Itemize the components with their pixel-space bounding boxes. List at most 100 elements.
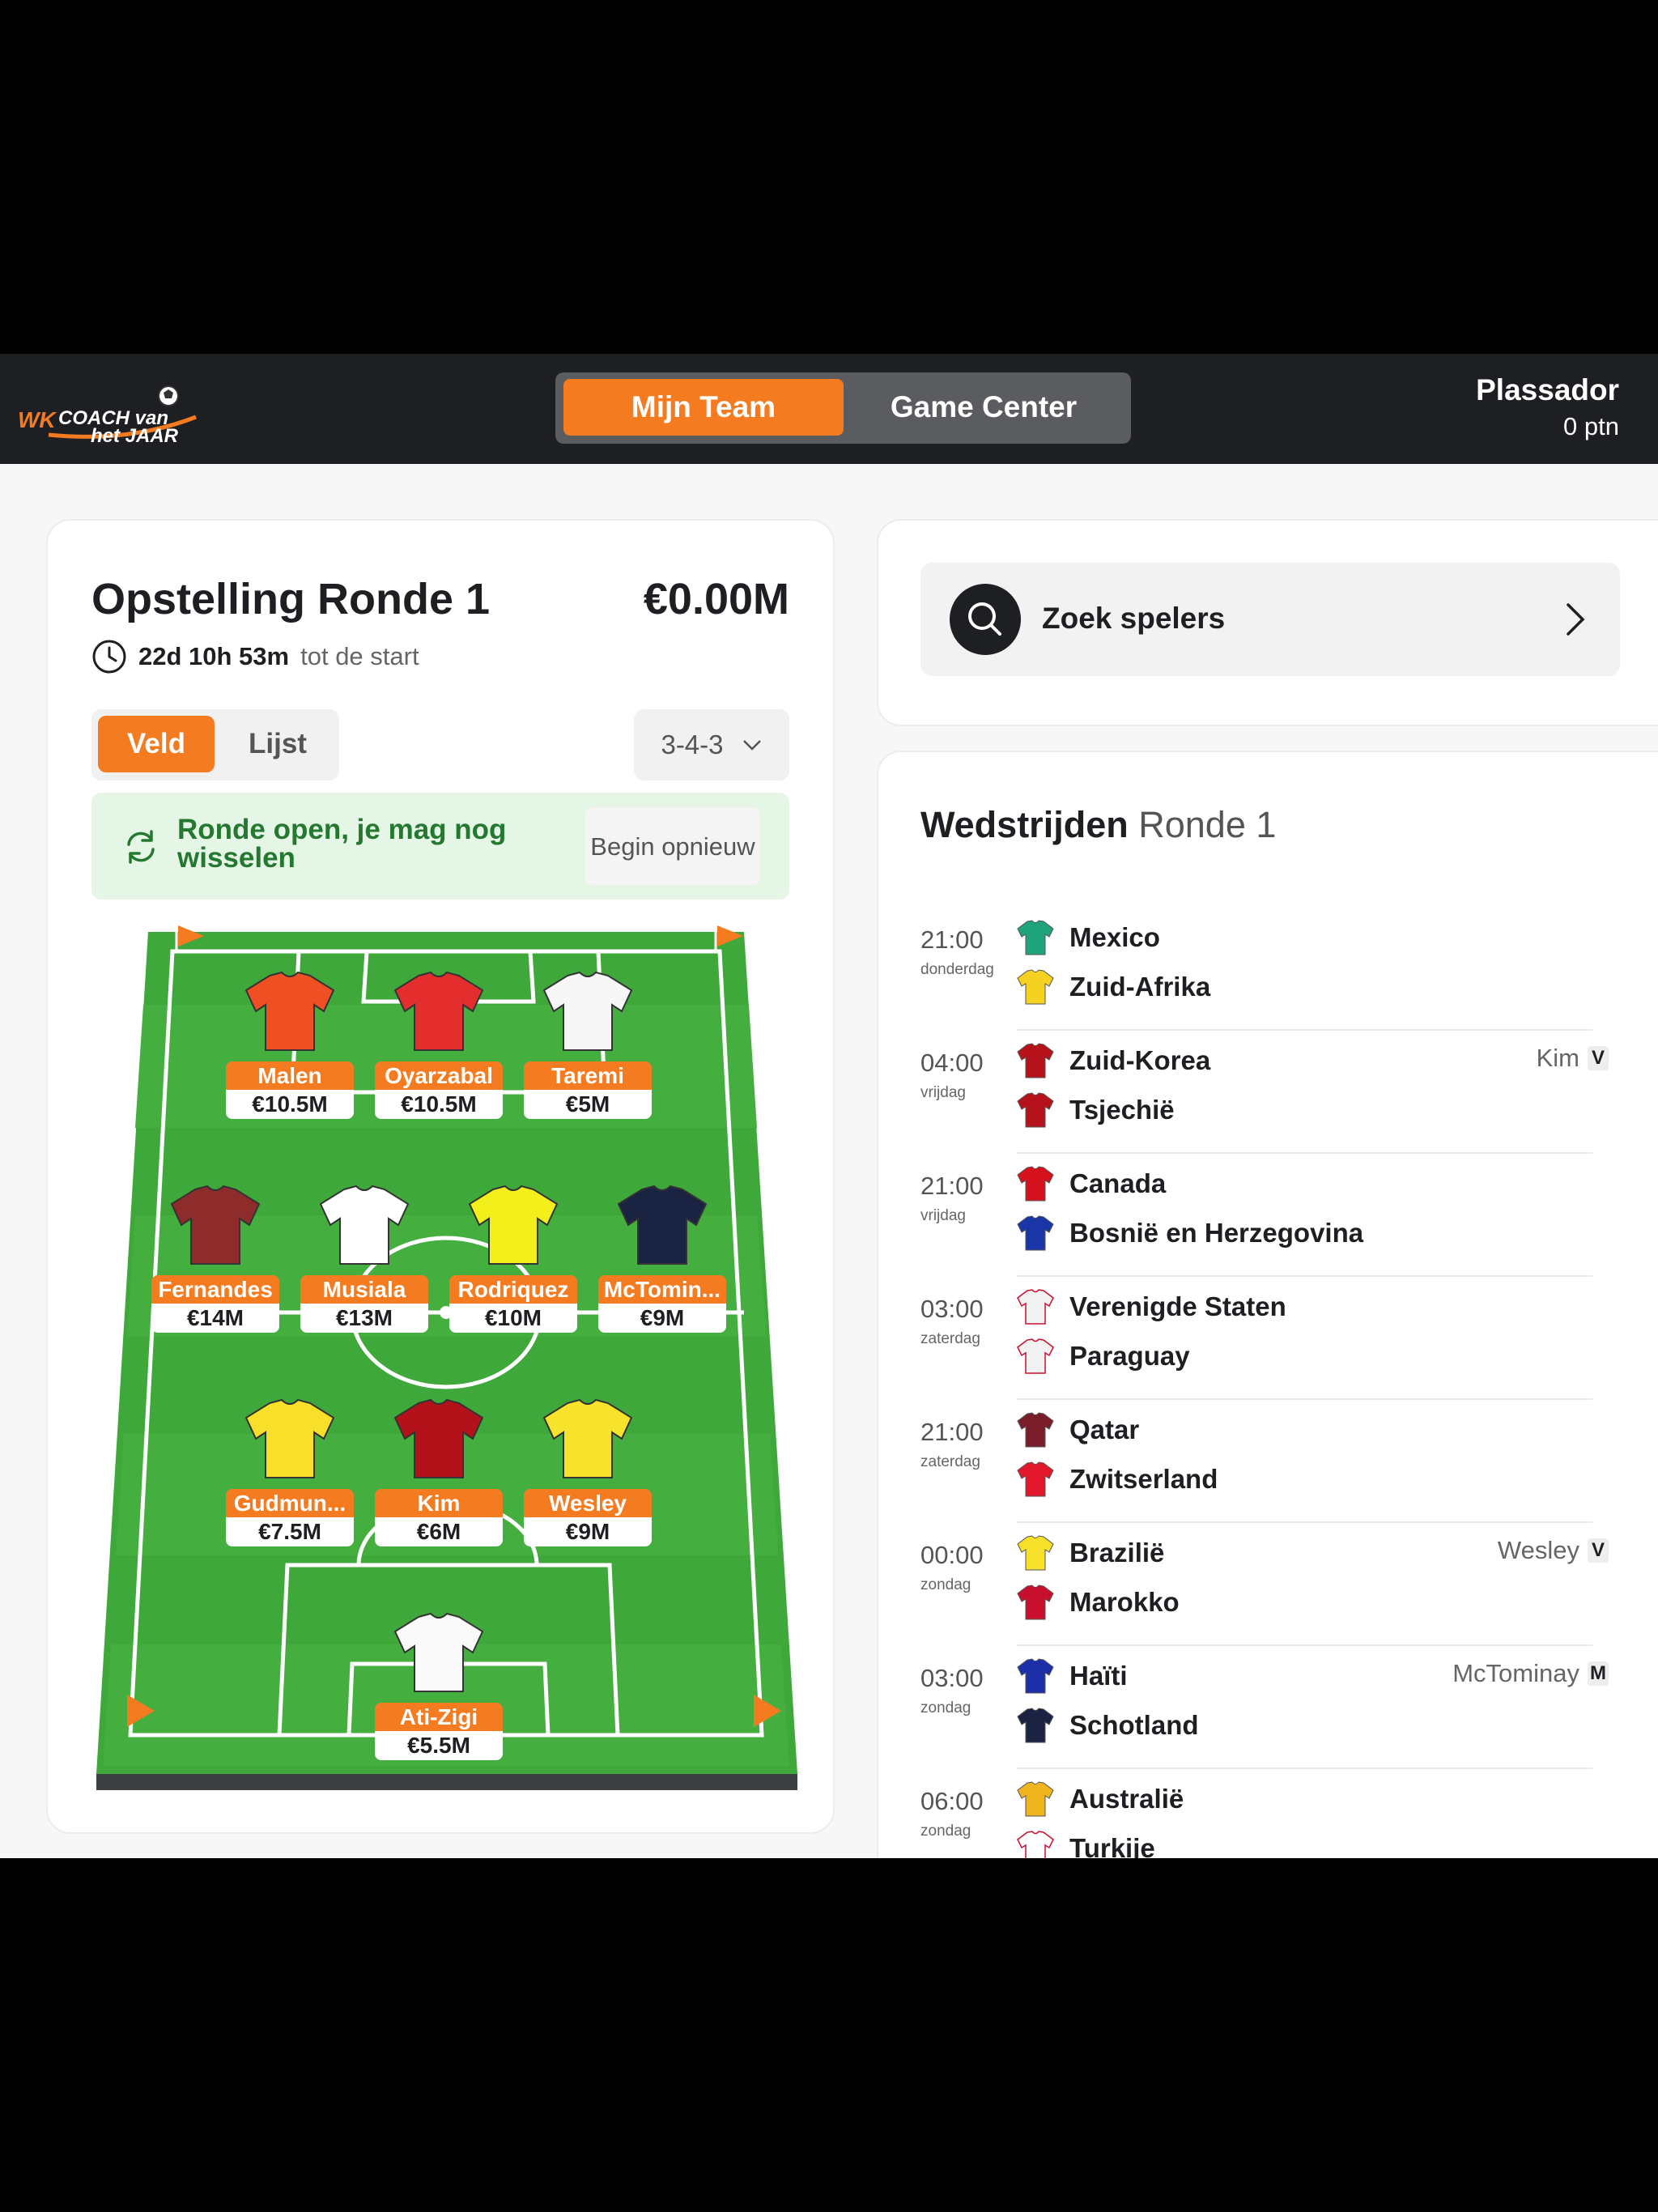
jersey-icon	[244, 971, 335, 1051]
home-team: Haïti	[1016, 1656, 1128, 1696]
formation-value: 3-4-3	[661, 730, 724, 759]
player-card[interactable]: Musiala €13M	[300, 1183, 428, 1333]
match-time: 06:00	[920, 1787, 984, 1815]
main-nav-switch: Mijn Team Game Center	[555, 372, 1131, 444]
player-price: €13M	[300, 1304, 428, 1333]
lineup-budget: €0.00M	[643, 575, 789, 623]
match-time: 03:00	[920, 1295, 984, 1323]
home-team: Zuid-Korea	[1016, 1040, 1210, 1081]
player-card[interactable]: Kim €6M	[375, 1397, 503, 1546]
player-card[interactable]: McTomin... €9M	[598, 1183, 726, 1333]
match-row[interactable]: 21:00 donderdag Mexico Zuid-Afrika	[920, 908, 1592, 1031]
match-row[interactable]: 00:00 zondag Brazilië Marokko Wesley V	[920, 1523, 1609, 1646]
tab-game-center[interactable]: Game Center	[844, 379, 1124, 436]
team-name: Brazilië	[1069, 1538, 1165, 1568]
match-row[interactable]: 06:00 zondag Australië Turkije	[920, 1769, 1592, 1858]
app-logo[interactable]: WK COACH van het JAAR	[16, 378, 202, 447]
match-time: 21:00	[920, 925, 984, 954]
match-row[interactable]: 03:00 zaterdag Verenigde Staten Paraguay	[920, 1277, 1592, 1400]
top-bar: WK COACH van het JAAR Mijn Team Game Cen…	[0, 354, 1658, 464]
search-players-button[interactable]: Zoek spelers	[920, 563, 1620, 676]
selected-player-tag: McTominay M	[1452, 1659, 1609, 1688]
match-day: zaterdag	[920, 1330, 980, 1347]
swap-icon	[127, 830, 155, 864]
player-card[interactable]: Ati-Zigi €5.5M	[375, 1610, 503, 1760]
match-row[interactable]: 04:00 vrijdag Zuid-Korea Tsjechië Kim V	[920, 1031, 1609, 1154]
team-jersey-icon	[1017, 1338, 1054, 1374]
view-veld-button[interactable]: Veld	[98, 716, 215, 772]
player-card[interactable]: Wesley €9M	[524, 1397, 652, 1546]
player-card[interactable]: Oyarzabal €10.5M	[375, 969, 503, 1119]
logo-jaar-text: het JAAR	[91, 425, 179, 447]
user-points: 0 ptn	[1563, 412, 1619, 440]
jersey-icon	[393, 971, 484, 1051]
player-price: €5M	[524, 1090, 652, 1119]
player-card[interactable]: Malen €10.5M	[226, 969, 354, 1119]
home-team: Verenigde Staten	[1016, 1287, 1286, 1327]
jersey-icon	[542, 1398, 633, 1478]
team-name: Verenigde Staten	[1069, 1291, 1286, 1321]
main-content: Opstelling Ronde 1 €0.00M 22d 10h 53m to…	[0, 464, 1658, 1858]
team-jersey-icon	[1017, 1831, 1054, 1858]
away-team: Marokko	[1016, 1582, 1180, 1623]
team-jersey-icon	[1017, 1461, 1054, 1497]
match-row[interactable]: 03:00 zondag Haïti Schotland McTominay M	[920, 1646, 1609, 1769]
player-name: Ati-Zigi	[375, 1703, 503, 1731]
team-jersey-icon	[1017, 1043, 1054, 1078]
player-price: €6M	[375, 1517, 503, 1546]
picked-player: McTominay	[1452, 1659, 1579, 1687]
team-name: Haïti	[1069, 1661, 1128, 1691]
team-name: Qatar	[1069, 1414, 1140, 1444]
match-time: 00:00	[920, 1541, 984, 1569]
jersey-icon	[542, 971, 633, 1051]
jersey-icon	[393, 1612, 484, 1692]
team-jersey-icon	[1017, 1535, 1054, 1571]
player-card[interactable]: Fernandes €14M	[151, 1183, 279, 1333]
player-name: Taremi	[524, 1061, 652, 1090]
player-price: €10.5M	[226, 1090, 354, 1119]
reset-lineup-button[interactable]: Begin opnieuw	[585, 807, 760, 885]
chevron-right-icon	[1567, 603, 1585, 636]
player-price: €9M	[598, 1304, 726, 1333]
team-name: Mexico	[1069, 922, 1160, 952]
team-name: Canada	[1069, 1168, 1167, 1198]
match-row[interactable]: 21:00 vrijdag Canada Bosnië en Herzegovi…	[920, 1154, 1592, 1277]
match-time: 04:00	[920, 1049, 984, 1077]
match-row[interactable]: 21:00 zaterdag Qatar Zwitserland	[920, 1400, 1592, 1523]
player-card[interactable]: Rodriquez €10M	[449, 1183, 577, 1333]
team-jersey-icon	[1017, 969, 1054, 1005]
team-name: Schotland	[1069, 1710, 1199, 1740]
match-time: 21:00	[920, 1172, 984, 1200]
away-team: Turkije	[1016, 1828, 1155, 1858]
countdown-value: 22d 10h 53m	[138, 642, 290, 670]
player-card[interactable]: Gudmun... €7.5M	[226, 1397, 354, 1546]
user-summary[interactable]: Plassador 0 ptn	[1476, 373, 1619, 441]
picked-player: Wesley	[1497, 1536, 1579, 1564]
team-jersey-icon	[1017, 1585, 1054, 1620]
home-team: Canada	[1016, 1163, 1166, 1204]
away-team: Paraguay	[1016, 1336, 1190, 1376]
lineup-card: Opstelling Ronde 1 €0.00M 22d 10h 53m to…	[46, 519, 835, 1834]
player-card[interactable]: Taremi €5M	[524, 969, 652, 1119]
clock-icon	[92, 640, 126, 674]
away-team: Tsjechië	[1016, 1090, 1175, 1130]
lineup-title: Opstelling Ronde 1	[91, 575, 491, 623]
match-day: zondag	[920, 1823, 971, 1840]
player-price: €10.5M	[375, 1090, 503, 1119]
player-price: €14M	[151, 1304, 279, 1333]
team-name: Tsjechië	[1069, 1095, 1175, 1125]
formation-select[interactable]: 3-4-3	[634, 709, 789, 781]
tab-mijn-team[interactable]: Mijn Team	[563, 379, 844, 436]
team-name: Zwitserland	[1069, 1464, 1218, 1494]
away-team: Zuid-Afrika	[1016, 967, 1210, 1007]
role-badge: V	[1588, 1046, 1609, 1070]
team-name: Turkije	[1069, 1833, 1155, 1858]
search-card: Zoek spelers	[877, 519, 1658, 726]
team-jersey-icon	[1017, 920, 1054, 955]
countdown: 22d 10h 53m tot de start	[91, 639, 419, 674]
home-team: Mexico	[1016, 917, 1160, 958]
team-jersey-icon	[1017, 1289, 1054, 1325]
player-name: Musiala	[300, 1275, 428, 1304]
matches-header: Wedstrijden Ronde 1	[920, 804, 1276, 846]
view-lijst-button[interactable]: Lijst	[221, 716, 334, 772]
